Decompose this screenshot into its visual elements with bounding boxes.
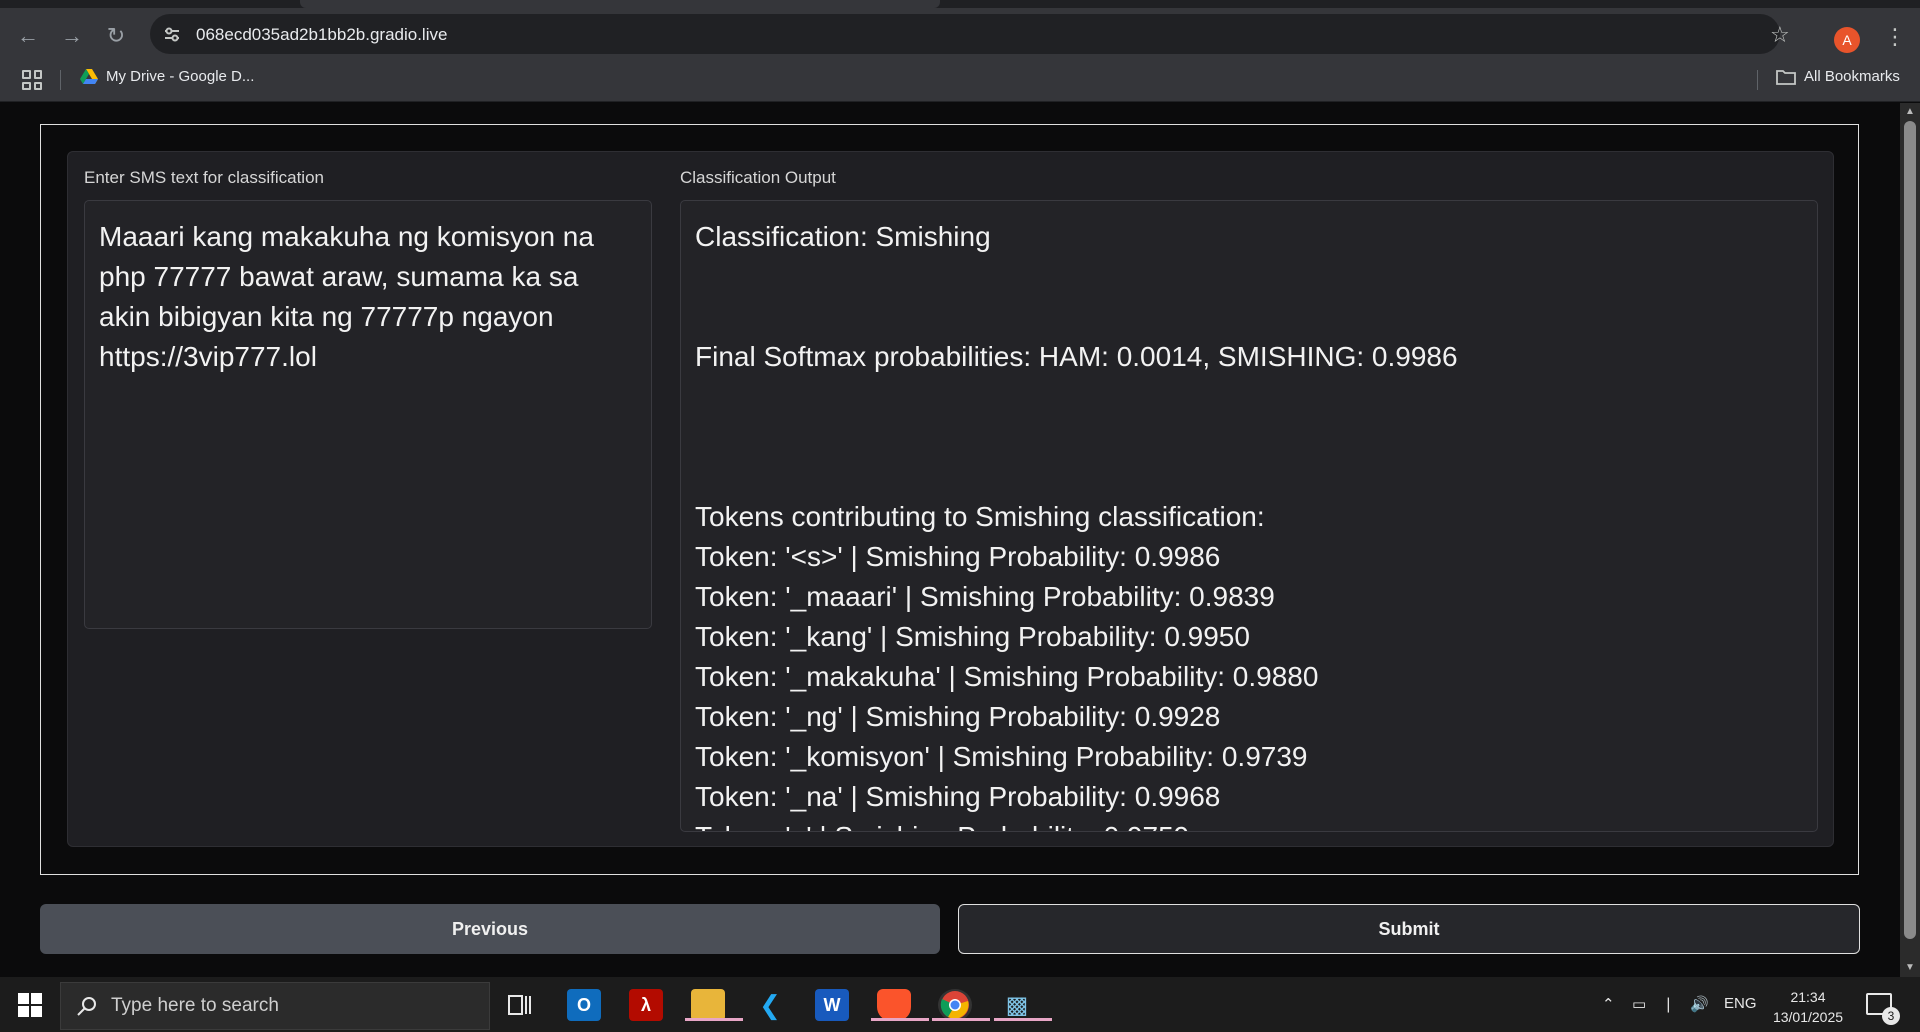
acrobat-icon[interactable]: λ [629, 989, 663, 1021]
bookmarks-bar: My Drive - Google D... All Bookmarks [0, 58, 1920, 102]
bookmark-star-icon[interactable]: ☆ [1770, 22, 1790, 48]
token-line: Token: '<s>' | Smishing Probability: 0.9… [695, 541, 1221, 572]
outlook-icon[interactable]: O [567, 989, 601, 1021]
clock-date: 13/01/2025 [1772, 1009, 1844, 1025]
classification-output[interactable]: Classification: Smishing Final Softmax p… [680, 200, 1818, 832]
brave-icon[interactable] [871, 989, 929, 1021]
word-icon[interactable]: W [815, 989, 849, 1021]
site-info-icon[interactable] [160, 22, 184, 46]
scroll-up-icon[interactable]: ▲ [1904, 106, 1916, 118]
input-label: Enter SMS text for classification [84, 168, 324, 187]
tab-strip [0, 0, 1920, 8]
interface-frame: Enter SMS text for classification Maaari… [40, 124, 1859, 875]
active-indicator [685, 1018, 743, 1021]
output-label: Classification Output [680, 168, 836, 187]
sms-input-textarea[interactable]: Maaari kang makakuha ng komisyon na php … [84, 200, 652, 629]
search-placeholder: Type here to search [111, 995, 279, 1016]
url-text[interactable]: 068ecd035ad2b1bb2b.gradio.live [196, 25, 447, 45]
all-bookmarks-label: All Bookmarks [1804, 68, 1900, 85]
active-indicator [994, 1018, 1052, 1021]
browser-menu-icon[interactable]: ⋮ [1884, 26, 1906, 48]
token-line: Token: '_kang' | Smishing Probability: 0… [695, 621, 1250, 652]
tokens-header: Tokens contributing to Smishing classifi… [695, 501, 1265, 532]
notepad-icon[interactable]: ▩ [994, 989, 1052, 1021]
bookmark-label: My Drive - Google D... [106, 68, 255, 85]
scrollbar-thumb[interactable] [1904, 121, 1916, 939]
back-arrow-icon[interactable]: ← [12, 20, 44, 52]
divider [1757, 70, 1758, 90]
apps-grid-icon[interactable] [22, 70, 42, 90]
active-indicator [871, 1018, 929, 1021]
divider [60, 70, 61, 90]
token-line: Token: '_na' | Smishing Probability: 0.9… [695, 781, 1221, 812]
taskbar-search-box[interactable]: Type here to search [60, 982, 490, 1030]
google-drive-icon [80, 68, 98, 84]
file-explorer-icon[interactable] [685, 989, 743, 1021]
address-bar[interactable]: 068ecd035ad2b1bb2b.gradio.live [150, 14, 1780, 54]
classification-result: Classification: Smishing [695, 221, 991, 252]
all-bookmarks-button[interactable]: All Bookmarks [1776, 68, 1900, 85]
bookmark-my-drive[interactable]: My Drive - Google D... [80, 68, 254, 85]
io-row: Enter SMS text for classification Maaari… [67, 151, 1834, 847]
token-line: Token: '_makakuha' | Smishing Probabilit… [695, 661, 1319, 692]
windows-taskbar: Type here to search O λ ❮ W ▩ ⌃ ▭ ❘ 🔊 EN… [0, 977, 1920, 1032]
language-indicator[interactable]: ENG [1724, 995, 1757, 1012]
vscode-icon[interactable]: ❮ [753, 989, 787, 1021]
page-scrollbar[interactable]: ▲ ▼ [1900, 103, 1920, 977]
clock-time: 21:34 [1790, 989, 1826, 1005]
previous-button[interactable]: Previous [40, 904, 940, 954]
battery-icon[interactable]: ▭ [1632, 995, 1646, 1013]
browser-toolbar: ← → ↻ 068ecd035ad2b1bb2b.gradio.live ☆ A… [0, 8, 1920, 58]
volume-icon[interactable]: 🔊 [1690, 995, 1709, 1013]
gradio-page: Enter SMS text for classification Maaari… [0, 103, 1900, 977]
submit-button[interactable]: Submit [958, 904, 1860, 954]
active-tab[interactable] [300, 0, 940, 8]
token-line: Token: '_ng' | Smishing Probability: 0.9… [695, 701, 1221, 732]
reload-icon[interactable]: ↻ [100, 20, 132, 52]
folder-icon [1776, 69, 1796, 85]
active-indicator [932, 1018, 990, 1021]
forward-arrow-icon[interactable]: → [56, 20, 88, 52]
tray-expand-icon[interactable]: ⌃ [1602, 995, 1615, 1013]
token-line: Token: '_maaari' | Smishing Probability:… [695, 581, 1275, 612]
search-icon [77, 997, 96, 1016]
system-clock[interactable]: 21:34 13/01/2025 [1770, 987, 1846, 1027]
chrome-icon[interactable] [932, 989, 990, 1021]
wifi-icon[interactable]: ❘ [1662, 995, 1675, 1013]
token-line: Token: '_' | Smishing Probability: 0.975… [695, 817, 1803, 831]
softmax-probabilities: Final Softmax probabilities: HAM: 0.0014… [695, 341, 1458, 372]
windows-start-icon[interactable] [18, 993, 42, 1017]
task-view-icon[interactable] [503, 989, 537, 1021]
scroll-down-icon[interactable]: ▼ [1904, 962, 1916, 974]
token-line: Token: '_komisyon' | Smishing Probabilit… [695, 741, 1308, 772]
notification-count-badge: 3 [1882, 1007, 1900, 1025]
profile-avatar[interactable]: A [1834, 27, 1860, 53]
